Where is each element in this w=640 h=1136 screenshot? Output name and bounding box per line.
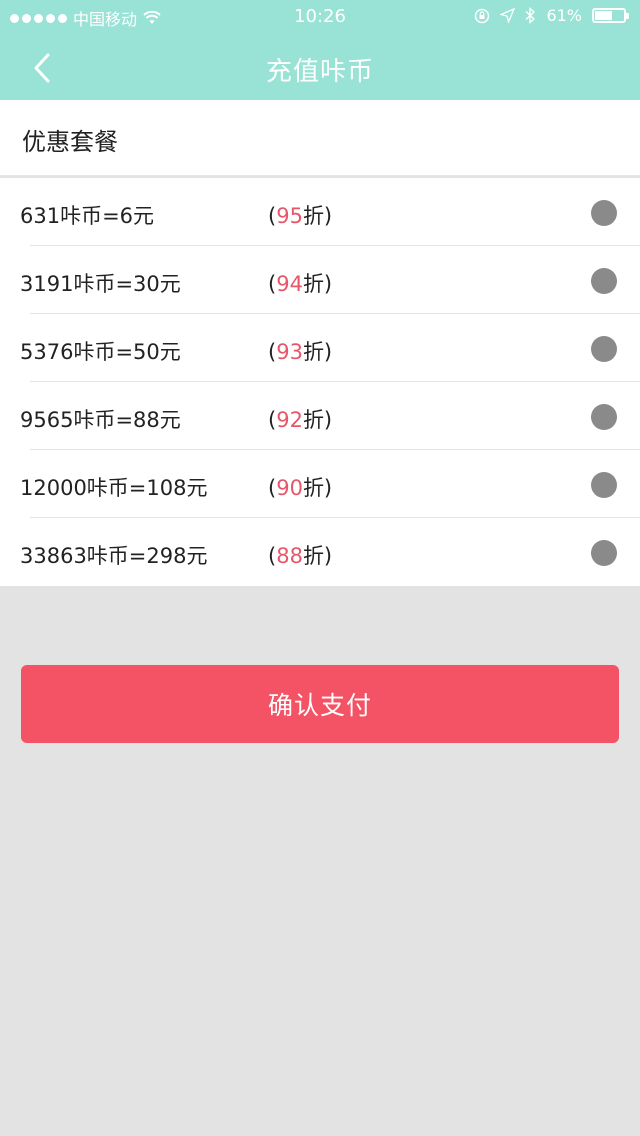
package-radio[interactable]: [591, 540, 617, 566]
package-radio[interactable]: [591, 268, 617, 294]
package-label: 631咔币=6元: [20, 204, 155, 228]
discount-suffix: 折): [302, 544, 333, 568]
discount-open-paren: (: [268, 340, 277, 364]
section-title: 优惠套餐: [22, 128, 118, 156]
bluetooth-icon: [525, 7, 536, 24]
package-option[interactable]: 9565咔币=88元 (92折): [0, 382, 640, 450]
discount-value: 92: [276, 408, 303, 432]
discount-value: 90: [276, 476, 303, 500]
discount-open-paren: (: [268, 272, 277, 296]
package-discount: (90折): [268, 472, 332, 502]
orientation-lock-icon: [475, 8, 490, 23]
discount-suffix: 折): [302, 408, 333, 432]
package-label: 33863咔币=298元: [20, 544, 208, 568]
package-radio[interactable]: [591, 404, 617, 430]
package-discount: (88折): [268, 540, 332, 570]
discount-value: 95: [276, 204, 303, 228]
discount-open-paren: (: [268, 408, 277, 432]
package-radio[interactable]: [591, 200, 617, 226]
nav-bar: 充值咔币: [0, 34, 640, 100]
discount-suffix: 折): [302, 272, 333, 296]
package-option[interactable]: 5376咔币=50元 (93折): [0, 314, 640, 382]
battery-icon: [592, 8, 629, 23]
section-header: 优惠套餐: [0, 100, 640, 176]
discount-value: 88: [276, 544, 303, 568]
confirm-pay-button[interactable]: 确认支付: [21, 665, 619, 743]
package-option[interactable]: 33863咔币=298元 (88折): [0, 518, 640, 586]
package-option[interactable]: 12000咔币=108元 (90折): [0, 450, 640, 518]
status-bar: 中国移动 10:26 61%: [0, 0, 640, 34]
package-label: 5376咔币=50元: [20, 340, 181, 364]
package-label: 9565咔币=88元: [20, 408, 181, 432]
page-title: 充值咔币: [265, 57, 374, 87]
discount-suffix: 折): [302, 340, 333, 364]
package-label: 12000咔币=108元: [20, 476, 208, 500]
package-option[interactable]: 3191咔币=30元 (94折): [0, 246, 640, 314]
discount-value: 93: [276, 340, 303, 364]
package-list: 631咔币=6元 (95折) 3191咔币=30元 (94折) 5376咔币=50元 (9…: [0, 178, 640, 586]
package-label: 3191咔币=30元: [20, 272, 181, 296]
package-discount: (95折): [268, 200, 332, 230]
discount-suffix: 折): [302, 204, 333, 228]
package-discount: (94折): [268, 268, 332, 298]
package-radio[interactable]: [591, 336, 617, 362]
package-discount: (93折): [268, 336, 332, 366]
header: 中国移动 10:26 61% 充值咔币: [0, 0, 640, 100]
discount-suffix: 折): [302, 476, 333, 500]
package-discount: (92折): [268, 404, 332, 434]
discount-open-paren: (: [268, 204, 277, 228]
battery-percent: 61%: [546, 6, 582, 25]
package-radio[interactable]: [591, 472, 617, 498]
battery-fill: [595, 11, 612, 20]
location-icon: [500, 8, 516, 23]
discount-value: 94: [276, 272, 303, 296]
discount-open-paren: (: [268, 476, 277, 500]
status-right: 61%: [474, 6, 629, 25]
discount-open-paren: (: [268, 544, 277, 568]
package-option[interactable]: 631咔币=6元 (95折): [0, 178, 640, 246]
